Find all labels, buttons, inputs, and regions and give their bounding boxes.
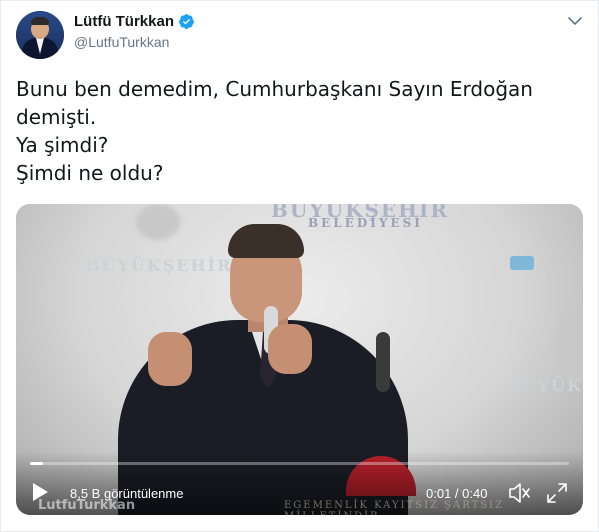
- play-button[interactable]: [28, 480, 52, 504]
- author-handle[interactable]: @LutfuTurkkan: [74, 34, 169, 50]
- video-player[interactable]: BÜYÜKŞEHİR BELEDİYESİ BÜYÜKŞEHİR BÜYÜK E…: [16, 204, 583, 515]
- view-count: 8,5 B görüntülenme: [70, 486, 184, 501]
- verified-badge-icon: [179, 14, 194, 29]
- chevron-down-icon[interactable]: [567, 13, 583, 29]
- progress-fill: [30, 462, 44, 465]
- author-name-row[interactable]: Lütfü Türkkan: [74, 13, 195, 30]
- background-sign: BÜYÜK: [506, 376, 583, 395]
- tweet-card: Lütfü Türkkan @LutfuTurkkan Bunu ben dem…: [0, 0, 599, 532]
- stage-slogan: EGEMENLİK KAYITSIZ ŞARTSIZ MİLLETİNDİR: [284, 500, 504, 515]
- play-icon: [33, 483, 48, 501]
- progress-bar[interactable]: [30, 462, 569, 465]
- mute-icon[interactable]: [508, 482, 532, 504]
- author-name[interactable]: Lütfü Türkkan: [74, 13, 174, 30]
- avatar[interactable]: [16, 11, 64, 59]
- channel-logo-icon: [510, 256, 534, 270]
- tweet-text: Bunu ben demedim, Cumhurbaşkanı Sayın Er…: [16, 77, 533, 185]
- video-time: 0:01 / 0:40: [426, 486, 488, 501]
- fullscreen-icon[interactable]: [546, 482, 568, 504]
